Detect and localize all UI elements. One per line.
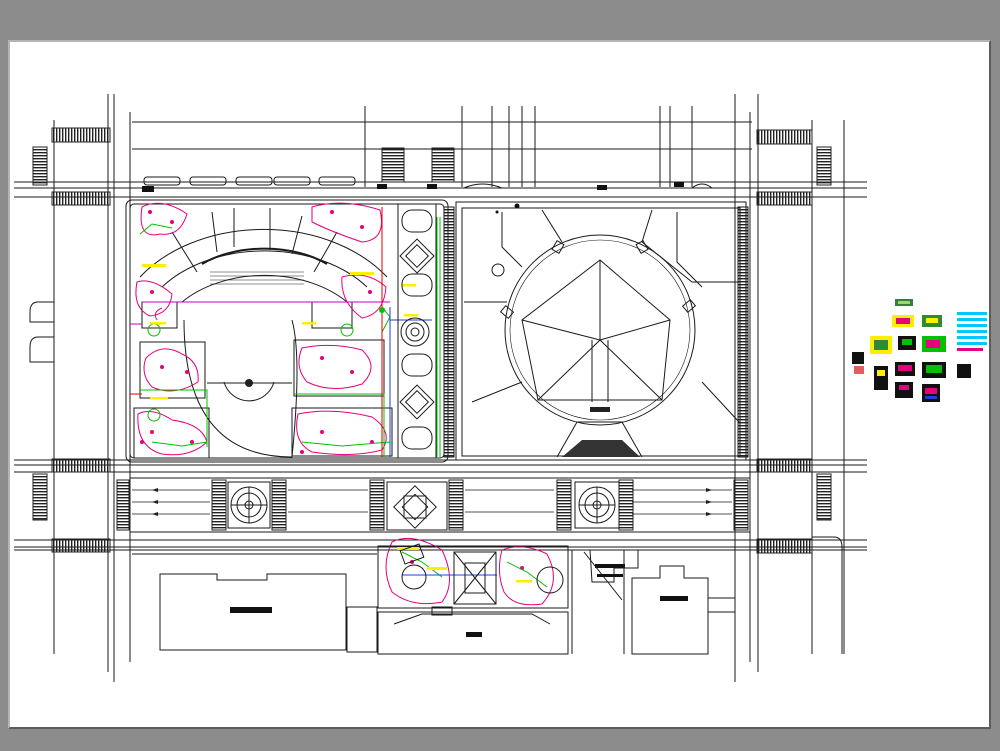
- marker-layer: [142, 264, 532, 583]
- site-plan-drawing: [14, 94, 987, 682]
- right-plaza: [443, 183, 749, 461]
- lower-blocks: [132, 543, 735, 655]
- fountain-strip: [397, 203, 437, 459]
- cad-viewer: [0, 0, 1000, 751]
- legend-block: [852, 299, 987, 402]
- drawing-sheet: [8, 40, 991, 729]
- red-guides: [130, 207, 383, 457]
